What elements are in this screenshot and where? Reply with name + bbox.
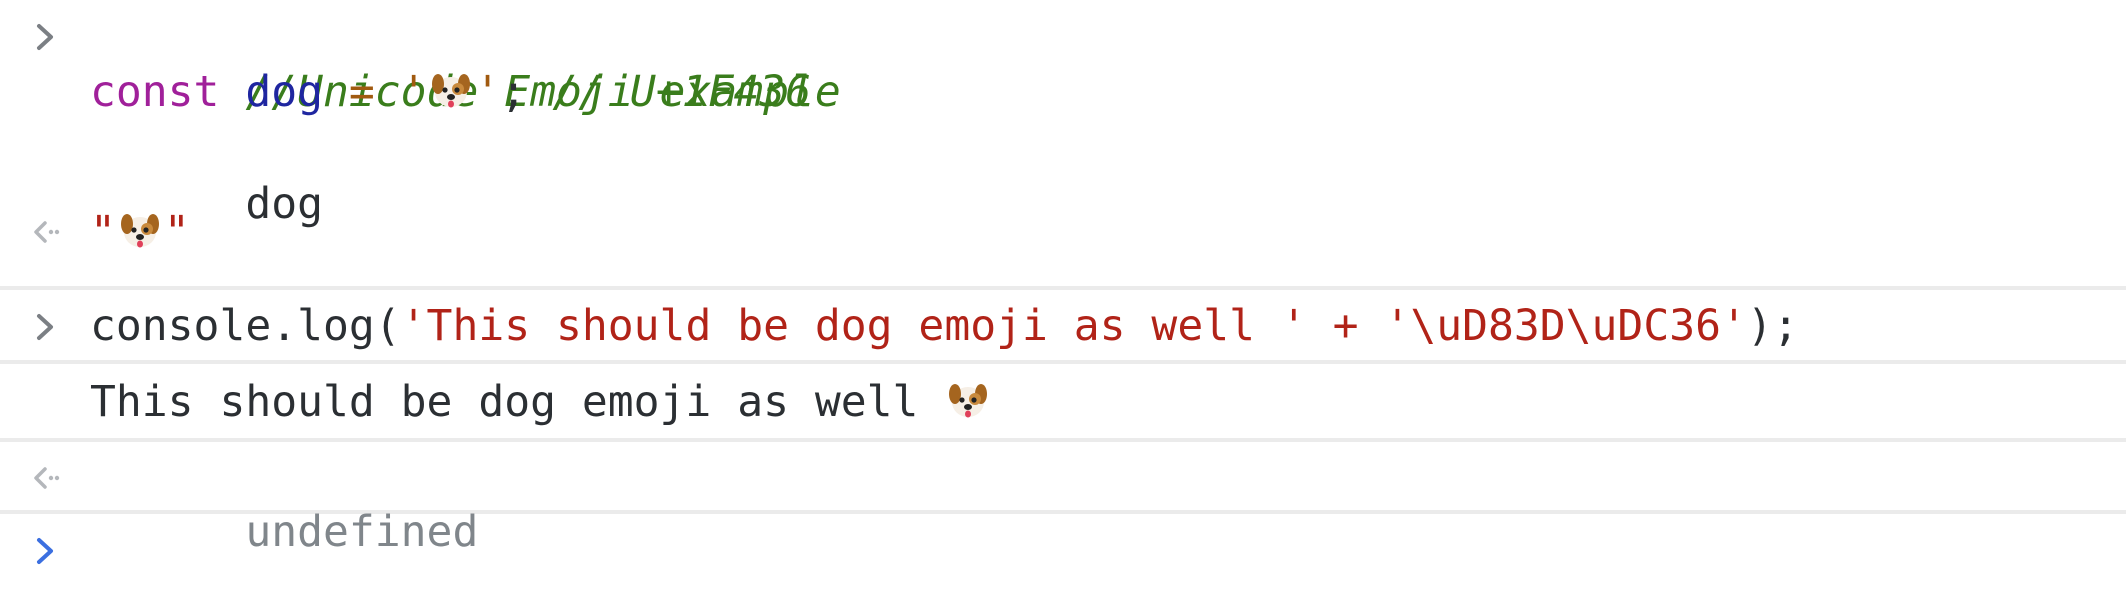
dog-face-emoji-icon [429,68,473,112]
code-operator: = [348,67,375,117]
console-input-entry: console.log('This should be dog emoji as… [0,290,2126,364]
code-line: console.log('This should be dog emoji as… [90,298,1799,354]
console-log-entry: This should be dog emoji as well [0,364,2126,442]
code-call-suffix: ); [1746,301,1799,351]
code-string-1: 'This should be dog emoji as well ' [400,301,1307,351]
log-message: This should be dog emoji as well [90,374,992,430]
console-panel: //Unicode Emoji example const dog = ' '; … [0,0,2126,594]
code-call-prefix: console.log( [90,301,401,351]
console-result-entry: undefined [0,442,2126,557]
code-variable: dog [245,67,324,117]
result-quote-close: " [163,207,190,257]
return-arrow-icon [0,218,90,246]
result-value: " " [90,204,190,260]
console-prompt[interactable] [0,514,2126,594]
result-quote-open: " [90,207,116,257]
console-result-entry: " " [0,180,2126,290]
code-line-2: const dog = ' '; // U+1F436 [90,64,811,120]
chevron-right-icon [0,22,90,52]
code-quote-close: ' [474,67,501,117]
console-input-entry: //Unicode Emoji example const dog = ' '; … [0,0,2126,229]
chevron-right-icon [0,536,90,566]
chevron-right-icon [0,312,90,342]
code-plus-operator: + [1306,301,1385,351]
console-input[interactable] [90,524,1990,580]
code-quote-open: ' [400,67,427,117]
code-inline-comment: // U+1F436 [552,67,812,117]
code-string-2: '\uD83D\uDC36' [1384,301,1747,351]
code-keyword: const [90,67,220,117]
code-semicolon: ; [500,67,527,117]
return-arrow-icon [0,464,90,492]
dog-face-emoji-icon [118,208,162,252]
log-text: This should be dog emoji as well [90,377,945,427]
dog-face-emoji-icon [946,378,990,422]
